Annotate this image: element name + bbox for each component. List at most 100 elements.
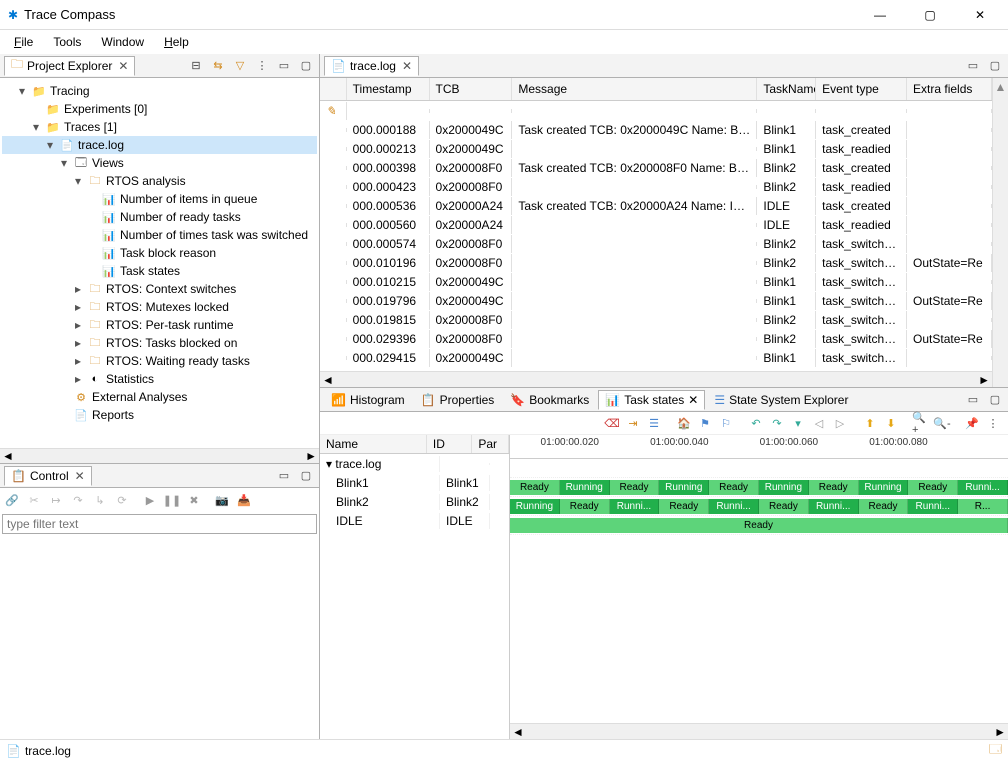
step-in-icon[interactable]: ↳ [90, 490, 110, 510]
collapse-all-icon[interactable]: ⊟ [187, 57, 205, 75]
marker-set-icon[interactable]: ▾ [789, 414, 807, 432]
tree-node-sub[interactable]: ▸🗀RTOS: Mutexes locked [2, 298, 317, 316]
gantt-row[interactable] [510, 459, 1008, 478]
menu-help[interactable]: Help [154, 33, 199, 51]
search-row-icon[interactable]: ✎ [320, 102, 347, 120]
filter-remove-icon[interactable]: ⌫ [603, 414, 621, 432]
minimize-button[interactable]: — [860, 3, 900, 27]
col-timestamp[interactable]: Timestamp [347, 78, 430, 100]
gantt-row[interactable]: ReadyRunningReadyRunningReadyRunningRead… [510, 478, 1008, 497]
step-icon[interactable]: ↦ [46, 490, 66, 510]
table-row[interactable]: 000.0294150x2000049CBlink1task_switched_… [320, 348, 992, 367]
minimize-view-icon[interactable]: ▭ [964, 391, 982, 409]
gantt-segment[interactable]: Ready [610, 480, 660, 495]
table-row[interactable]: 000.0005600x20000A24IDLEtask_readied [320, 215, 992, 234]
search-cell[interactable] [347, 109, 430, 113]
bookmark-add-icon[interactable]: ⚑ [696, 414, 714, 432]
events-vscrollbar[interactable]: ▲ [992, 78, 1008, 387]
import-icon[interactable]: 📥 [234, 490, 254, 510]
gantt-segment[interactable]: Runni... [908, 499, 958, 514]
events-hscrollbar[interactable]: ◄► [320, 371, 992, 387]
filter-input[interactable] [2, 514, 317, 534]
tab-state-system[interactable]: ☰State System Explorer [707, 390, 855, 410]
gantt-segment[interactable]: Ready [510, 480, 560, 495]
tree-node-reports[interactable]: 📄Reports [2, 406, 317, 424]
tab-control[interactable]: 📋 Control ✕ [4, 466, 92, 486]
close-icon[interactable]: ✕ [75, 469, 85, 483]
align-icon[interactable]: ⇥ [624, 414, 642, 432]
table-row[interactable]: 000.0004230x200008F0Blink2task_readied [320, 177, 992, 196]
tree-node-sub[interactable]: ▸🗀RTOS: Context switches [2, 280, 317, 298]
tab-tracelog-editor[interactable]: 📄 trace.log ✕ [324, 56, 419, 76]
tree-node-tracelog[interactable]: ▾📄trace.log [2, 136, 317, 154]
table-row[interactable]: 000.0005740x200008F0Blink2task_switched_… [320, 234, 992, 253]
tree-item[interactable]: 📊Number of times task was switched [2, 226, 317, 244]
prev-marker-icon[interactable]: ↶ [747, 414, 765, 432]
bookmark-remove-icon[interactable]: ⚐ [717, 414, 735, 432]
ts-col-name[interactable]: Name [320, 435, 427, 453]
gantt-segment[interactable]: Running [659, 480, 709, 495]
link-editor-icon[interactable]: ⇆ [209, 57, 227, 75]
search-cell[interactable] [757, 109, 816, 113]
col-taskname[interactable]: TaskName [757, 78, 816, 100]
zoom-in-icon[interactable]: 🔍+ [912, 414, 930, 432]
gantt-row[interactable]: RunningReadyRunni...ReadyRunni...ReadyRu… [510, 497, 1008, 516]
tab-histogram[interactable]: 📶Histogram [324, 390, 412, 410]
tree-node-external[interactable]: ⚙External Analyses [2, 388, 317, 406]
search-cell[interactable] [816, 109, 907, 113]
prev-event-icon[interactable]: ◁ [810, 414, 828, 432]
table-row[interactable]: 000.0198150x200008F0Blink2task_switched_… [320, 310, 992, 329]
tree-node-traces[interactable]: ▾📁Traces [1] [2, 118, 317, 136]
stop-icon[interactable]: ✖ [184, 490, 204, 510]
next-event-icon[interactable]: ▷ [831, 414, 849, 432]
menu-window[interactable]: Window [91, 33, 154, 51]
gantt-segment[interactable]: Running [510, 499, 560, 514]
gantt-segment[interactable]: Runni... [709, 499, 759, 514]
zoom-out-icon[interactable]: 🔍- [933, 414, 951, 432]
snapshot-icon[interactable]: 📷 [212, 490, 232, 510]
gantt-segment[interactable]: Runni... [610, 499, 660, 514]
connect-icon[interactable]: 🔗 [2, 490, 22, 510]
table-row[interactable]: 000.0293960x200008F0Blink2task_switched_… [320, 329, 992, 348]
tab-project-explorer[interactable]: 🗀 Project Explorer ✕ [4, 56, 135, 76]
refresh-icon[interactable]: ⟳ [112, 490, 132, 510]
minimize-view-icon[interactable]: ▭ [275, 57, 293, 75]
tree-node-sub[interactable]: ▸🗀RTOS: Tasks blocked on [2, 334, 317, 352]
filter-icon[interactable]: ▽ [231, 57, 249, 75]
menu-file[interactable]: File [4, 33, 43, 51]
control-tree[interactable] [0, 536, 319, 739]
gantt-chart[interactable]: 01:00:00.020 01:00:00.040 01:00:00.060 0… [510, 435, 1008, 739]
home-icon[interactable]: 🏠 [675, 414, 693, 432]
gantt-segment[interactable]: Running [759, 480, 809, 495]
gantt-segment[interactable]: Runni... [958, 480, 1008, 495]
gantt-segment[interactable]: R... [958, 499, 1008, 514]
gantt-segment[interactable]: Ready [560, 499, 610, 514]
search-cell[interactable] [907, 109, 992, 113]
tree-item[interactable]: 📊Number of ready tasks [2, 208, 317, 226]
maximize-view-icon[interactable]: ▢ [297, 57, 315, 75]
maximize-view-icon[interactable]: ▢ [297, 467, 315, 485]
ts-tree-row[interactable]: Blink1Blink1 [320, 473, 509, 492]
status-indicator-icon[interactable]: 🗔 [989, 740, 1002, 761]
legend-icon[interactable]: ☰ [645, 414, 663, 432]
col-tcb[interactable]: TCB [430, 78, 513, 100]
gantt-segment[interactable]: Ready [809, 480, 859, 495]
minimize-view-icon[interactable]: ▭ [964, 57, 982, 75]
table-row[interactable]: 000.0003980x200008F0Task created TCB: 0x… [320, 158, 992, 177]
table-row[interactable]: 000.0001880x2000049CTask created TCB: 0x… [320, 120, 992, 139]
close-icon[interactable]: ✕ [688, 393, 698, 407]
play-icon[interactable]: ▶ [140, 490, 160, 510]
col-icon[interactable] [320, 78, 347, 100]
tree-node-rtos-analysis[interactable]: ▾🗀RTOS analysis [2, 172, 317, 190]
close-icon[interactable]: ✕ [402, 59, 412, 73]
view-menu-icon[interactable]: ⋮ [984, 414, 1002, 432]
disconnect-icon[interactable]: ✂ [24, 490, 44, 510]
step-over-icon[interactable]: ↷ [68, 490, 88, 510]
gantt-segment[interactable]: Ready [759, 499, 809, 514]
gantt-row[interactable]: Ready [510, 516, 1008, 535]
events-table-body[interactable]: ✎000.0001880x2000049CTask created TCB: 0… [320, 101, 992, 371]
tree-item[interactable]: 📊Number of items in queue [2, 190, 317, 208]
search-cell[interactable] [512, 109, 757, 113]
col-extra-fields[interactable]: Extra fields [907, 78, 992, 100]
menu-tools[interactable]: Tools [43, 33, 91, 51]
